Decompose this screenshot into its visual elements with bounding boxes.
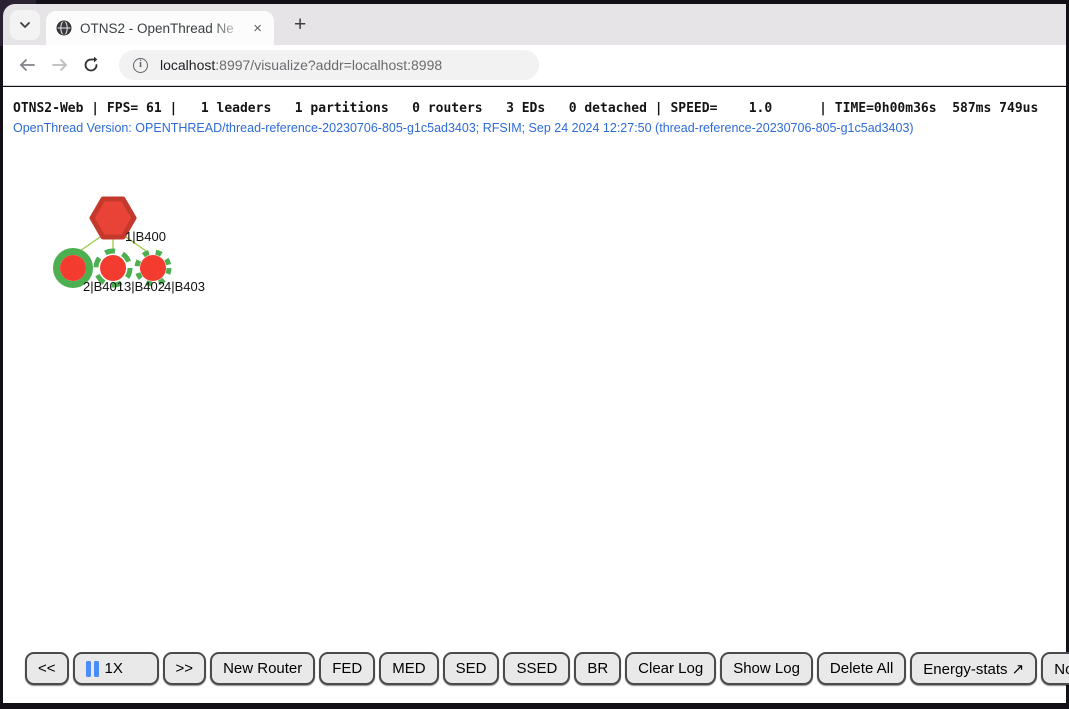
delete-all-button[interactable]: Delete All	[817, 652, 906, 685]
tab-strip: OTNS2 - OpenThread Ne × +	[3, 4, 1066, 45]
node-label-leader: 1|B400	[125, 229, 166, 244]
speed-down-button[interactable]: <<	[25, 652, 69, 685]
url-text: localhost:8997/visualize?addr=localhost:…	[160, 57, 442, 73]
navigation-bar: i localhost:8997/visualize?addr=localhos…	[3, 45, 1066, 86]
med-button[interactable]: MED	[379, 652, 438, 685]
simulation-toolbar: << 1X >> New Router FED MED SED SSED BR …	[25, 652, 1069, 685]
node-child4[interactable]	[140, 255, 166, 281]
address-bar[interactable]: i localhost:8997/visualize?addr=localhos…	[119, 50, 539, 80]
node-stats-button[interactable]: Node-stats ↗	[1041, 652, 1069, 685]
speed-up-button[interactable]: >>	[163, 652, 207, 685]
energy-stats-button[interactable]: Energy-stats ↗	[910, 652, 1037, 685]
chevron-down-icon	[18, 18, 32, 32]
node-label-child3: 3|B402	[124, 279, 165, 294]
new-router-button[interactable]: New Router	[210, 652, 315, 685]
tab-search-button[interactable]	[10, 10, 40, 40]
browser-window: OTNS2 - OpenThread Ne × + i loca	[0, 0, 1069, 709]
page-content: OTNS2-Web | FPS= 61 | 1 leaders 1 partit…	[3, 87, 1066, 703]
url-host: localhost	[160, 57, 215, 73]
site-info-icon[interactable]: i	[133, 58, 148, 73]
forward-button[interactable]	[43, 58, 75, 72]
tab-close-icon[interactable]: ×	[249, 21, 266, 36]
tab-otns2[interactable]: OTNS2 - OpenThread Ne ×	[46, 11, 274, 45]
node-child3[interactable]	[100, 255, 126, 281]
node-label-child4: 4|B403	[164, 279, 205, 294]
back-button[interactable]	[11, 58, 43, 72]
new-tab-button[interactable]: +	[288, 14, 312, 35]
show-log-button[interactable]: Show Log	[720, 652, 813, 685]
clear-log-button[interactable]: Clear Log	[625, 652, 716, 685]
pause-speed-button[interactable]: 1X	[73, 652, 159, 685]
reload-icon	[83, 57, 99, 73]
reload-button[interactable]	[75, 57, 107, 73]
globe-favicon-icon	[56, 20, 72, 36]
network-topology-canvas[interactable]: 1|B400 2|B401 3|B402 4|B403	[3, 87, 283, 317]
node-label-child2: 2|B401	[83, 279, 124, 294]
tab-title: OTNS2 - OpenThread Ne	[80, 21, 249, 36]
br-button[interactable]: BR	[574, 652, 621, 685]
speed-label: 1X	[105, 660, 123, 677]
forward-arrow-icon	[51, 58, 68, 72]
fed-button[interactable]: FED	[319, 652, 375, 685]
url-path: :8997/visualize?addr=localhost:8998	[215, 57, 442, 73]
ssed-button[interactable]: SSED	[503, 652, 570, 685]
back-arrow-icon	[19, 58, 36, 72]
pause-icon	[86, 661, 99, 677]
node-child2[interactable]	[60, 255, 86, 281]
sed-button[interactable]: SED	[443, 652, 500, 685]
